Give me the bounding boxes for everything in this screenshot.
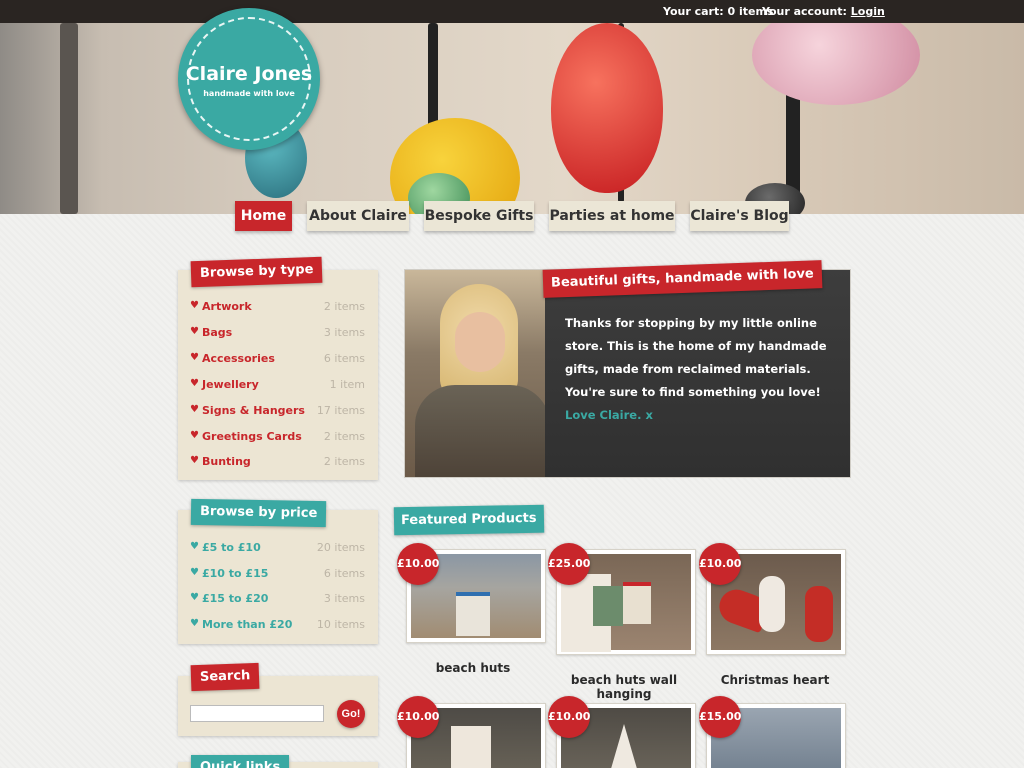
price-label: £10 to £15: [202, 567, 269, 580]
account-label: Your account:: [762, 5, 847, 18]
nav-bespoke-gifts[interactable]: Bespoke Gifts: [424, 201, 534, 231]
type-label: Signs & Hangers: [202, 404, 305, 417]
price-count: 10 items: [316, 618, 365, 631]
price-count: 3 items: [323, 592, 365, 605]
hero-banner: [0, 23, 1024, 214]
search-input[interactable]: [190, 705, 324, 722]
cart-label: Your cart:: [663, 5, 724, 18]
type-item-greetings-cards[interactable]: ♥ Greetings Cards 2 items: [190, 430, 365, 446]
price-count: 20 items: [316, 541, 365, 554]
white-hut-shape: [451, 726, 491, 768]
search-heading: Search: [190, 662, 260, 692]
search-go-button[interactable]: Go!: [337, 700, 365, 728]
beach-hut-shape: [456, 592, 490, 636]
tree-shape: [606, 724, 642, 768]
pink-bead: [752, 23, 920, 105]
type-item-jewellery[interactable]: ♥ Jewellery 1 item: [190, 378, 365, 394]
type-label: Artwork: [202, 300, 252, 313]
heart-icon: ♥: [190, 404, 199, 415]
price-item-5-10[interactable]: ♥ £5 to £10 20 items: [190, 541, 365, 557]
type-item-accessories[interactable]: ♥ Accessories 6 items: [190, 352, 365, 368]
heart-icon: ♥: [190, 592, 199, 603]
type-count: 2 items: [323, 300, 365, 313]
heart-icon: ♥: [190, 326, 199, 337]
price-count: 6 items: [323, 567, 365, 580]
type-label: Accessories: [202, 352, 275, 365]
heart-icon: ♥: [190, 352, 199, 363]
price-label: £5 to £10: [202, 541, 261, 554]
type-item-artwork[interactable]: ♥ Artwork 2 items: [190, 300, 365, 316]
nav-about-claire[interactable]: About Claire: [307, 201, 409, 231]
type-label: Bunting: [202, 455, 251, 468]
heart-icon: ♥: [190, 455, 199, 466]
browse-by-type-heading: Browse by type: [190, 256, 323, 288]
heart-icon: ♥: [190, 567, 199, 578]
type-label: Bags: [202, 326, 233, 339]
account-status: Your account: Login: [762, 5, 885, 18]
welcome-body: Thanks for stopping by my little online …: [565, 316, 827, 399]
type-count: 3 items: [323, 326, 365, 339]
logo-title: Claire Jones: [185, 63, 313, 85]
site-logo[interactable]: Claire Jones handmade with love: [178, 8, 320, 150]
quick-links-heading: Quick links: [191, 755, 290, 768]
product-name[interactable]: beach huts: [398, 661, 548, 675]
red-heart-shape: [805, 586, 833, 642]
price-item-10-15[interactable]: ♥ £10 to £15 6 items: [190, 567, 365, 583]
login-link[interactable]: Login: [851, 5, 885, 18]
type-label: Jewellery: [202, 378, 259, 391]
price-badge: £10.00: [699, 543, 741, 585]
portrait-sweater: [415, 385, 550, 477]
browse-by-price-panel: ♥ £5 to £10 20 items ♥ £10 to £15 6 item…: [178, 510, 378, 644]
price-badge: £10.00: [397, 543, 439, 585]
heart-icon: ♥: [190, 541, 199, 552]
price-badge: £15.00: [699, 696, 741, 738]
price-item-more-than-20[interactable]: ♥ More than £20 10 items: [190, 618, 365, 634]
portrait-face: [455, 312, 505, 372]
hero-cord: [60, 23, 78, 214]
price-item-15-20[interactable]: ♥ £15 to £20 3 items: [190, 592, 365, 608]
type-count: 6 items: [323, 352, 365, 365]
cart-status[interactable]: Your cart: 0 items: [663, 5, 773, 18]
product-name[interactable]: Christmas heart: [700, 673, 850, 687]
price-badge: £25.00: [548, 543, 590, 585]
green-hut: [593, 586, 623, 626]
type-label: Greetings Cards: [202, 430, 302, 443]
nav-claires-blog[interactable]: Claire's Blog: [690, 201, 789, 231]
nav-parties-at-home[interactable]: Parties at home: [549, 201, 675, 231]
type-count: 2 items: [323, 430, 365, 443]
logo-tagline: handmade with love: [203, 89, 295, 98]
price-label: More than £20: [202, 618, 293, 631]
white-heart-shape: [759, 576, 785, 632]
heart-icon: ♥: [190, 618, 199, 629]
type-item-bags[interactable]: ♥ Bags 3 items: [190, 326, 365, 342]
welcome-text: Thanks for stopping by my little online …: [565, 312, 840, 427]
top-bar: Your cart: 0 items Your account: Login: [0, 0, 1024, 23]
browse-by-type-panel: ♥ Artwork 2 items ♥ Bags 3 items ♥ Acces…: [178, 270, 378, 480]
claire-photo: [405, 270, 555, 477]
browse-by-price-heading: Browse by price: [190, 498, 327, 528]
type-item-signs-hangers[interactable]: ♥ Signs & Hangers 17 items: [190, 404, 365, 420]
heart-icon: ♥: [190, 378, 199, 389]
featured-products-heading: Featured Products: [393, 504, 544, 536]
type-item-bunting[interactable]: ♥ Bunting 2 items: [190, 455, 365, 471]
type-count: 1 item: [329, 378, 365, 391]
price-badge: £10.00: [397, 696, 439, 738]
red-bead: [551, 23, 663, 193]
type-count: 17 items: [316, 404, 365, 417]
type-count: 2 items: [323, 455, 365, 468]
price-badge: £10.00: [548, 696, 590, 738]
price-label: £15 to £20: [202, 592, 269, 605]
red-hut: [623, 582, 651, 624]
heart-icon: ♥: [190, 430, 199, 441]
welcome-signoff[interactable]: Love Claire. x: [565, 408, 653, 422]
heart-icon: ♥: [190, 300, 199, 311]
nav-home[interactable]: Home: [235, 201, 292, 231]
